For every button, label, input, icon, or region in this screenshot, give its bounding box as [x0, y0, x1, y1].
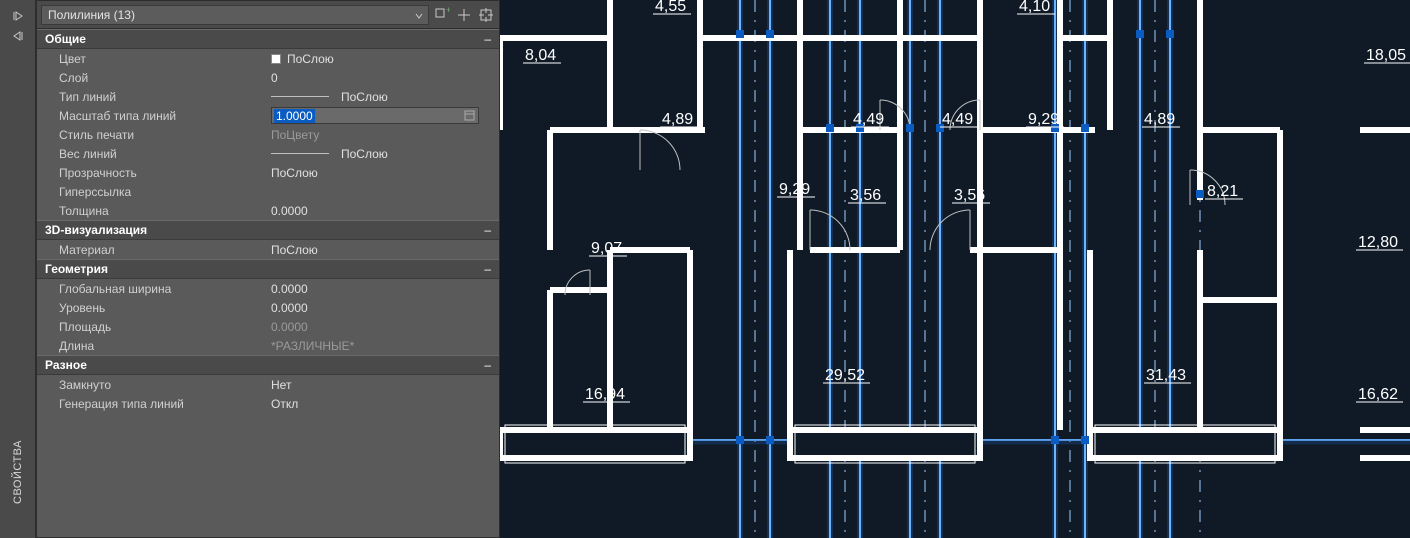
svg-text:+: +	[446, 7, 450, 15]
dimension-text: 9,29	[779, 181, 810, 198]
section-misc[interactable]: Разное –	[37, 355, 499, 375]
properties-palette: Полилиния (13) + Общие – Цвет	[36, 0, 500, 538]
section-geometry[interactable]: Геометрия –	[37, 259, 499, 279]
linetype-preview	[271, 96, 329, 97]
properties-body: Общие – Цвет ПоСлою Слой 0 Тип линий ПоС…	[37, 29, 499, 537]
dimension-text: 16,94	[585, 386, 625, 403]
prop-thickness[interactable]: Толщина 0.0000	[37, 201, 499, 220]
prop-layer[interactable]: Слой 0	[37, 68, 499, 87]
lineweight-preview	[271, 153, 329, 154]
prop-closed[interactable]: Замкнуто Нет	[37, 375, 499, 394]
collapse-icon: –	[484, 32, 491, 46]
prop-length[interactable]: Длина *РАЗЛИЧНЫЕ*	[37, 336, 499, 355]
collapse-icon: –	[484, 358, 491, 372]
prop-ltscale[interactable]: Масштаб типа линий 1.0000	[37, 106, 499, 125]
dimension-text: 8,21	[1207, 183, 1238, 200]
prop-area[interactable]: Площадь 0.0000	[37, 317, 499, 336]
dimension-text: 3,56	[850, 187, 881, 204]
dimension-text: 31,43	[1146, 367, 1186, 384]
dimension-text: 4,89	[662, 111, 693, 128]
dimension-text: 4,10	[1019, 0, 1050, 15]
chevron-down-icon	[414, 10, 424, 24]
prop-elevation[interactable]: Уровень 0.0000	[37, 298, 499, 317]
dimension-text: 4,55	[655, 0, 686, 15]
dimension-text: 3,56	[954, 187, 985, 204]
collapse-icon: –	[484, 262, 491, 276]
dimension-text: 4,89	[1144, 111, 1175, 128]
drawing-canvas[interactable]: 4,55 4,10 8,04 18,05 4,89 4,49 4,49 9,29 4,89 9,2…	[500, 0, 1410, 538]
dimension-text: 4,49	[853, 111, 884, 128]
dimension-text: 12,80	[1358, 234, 1398, 251]
prop-transparency[interactable]: Прозрачность ПоСлою	[37, 163, 499, 182]
selection-value: Полилиния (13)	[48, 8, 135, 22]
pickadd-icon[interactable]	[455, 6, 473, 24]
palette-title: СВОЙСТВА	[12, 440, 24, 504]
prop-linetype[interactable]: Тип линий ПоСлою	[37, 87, 499, 106]
palette-dock-strip: СВОЙСТВА	[0, 0, 36, 538]
select-objects-icon[interactable]	[477, 6, 495, 24]
dimension-text: 8,04	[525, 47, 556, 64]
quick-select-icon[interactable]: +	[433, 6, 451, 24]
palette-header: Полилиния (13) +	[37, 1, 499, 29]
dimension-text: 29,52	[825, 367, 865, 384]
color-swatch	[271, 54, 281, 64]
section-general[interactable]: Общие –	[37, 29, 499, 49]
prop-ltgen[interactable]: Генерация типа линий Откл	[37, 394, 499, 413]
calculator-icon[interactable]	[463, 109, 476, 122]
collapse-icon: –	[484, 223, 491, 237]
dimension-text: 9,29	[1028, 111, 1059, 128]
prop-color[interactable]: Цвет ПоСлою	[37, 49, 499, 68]
prop-hyperlink[interactable]: Гиперссылка	[37, 182, 499, 201]
prop-plotstyle[interactable]: Стиль печати ПоЦвету	[37, 125, 499, 144]
drawing-svg: 4,55 4,10 8,04 18,05 4,89 4,49 4,49 9,29 4,89 9,2…	[500, 0, 1410, 538]
prop-material[interactable]: Материал ПоСлою	[37, 240, 499, 259]
dimension-text: 9,07	[591, 240, 622, 257]
dimension-text: 16,62	[1358, 386, 1398, 403]
dimension-text: 18,05	[1366, 47, 1406, 64]
prop-lineweight[interactable]: Вес линий ПоСлою	[37, 144, 499, 163]
selection-dropdown[interactable]: Полилиния (13)	[41, 5, 429, 25]
ltscale-input[interactable]: 1.0000	[271, 107, 479, 124]
prop-globalwidth[interactable]: Глобальная ширина 0.0000	[37, 279, 499, 298]
dimension-text: 4,49	[942, 111, 973, 128]
dock-collapse-icon[interactable]	[10, 28, 26, 44]
section-3dviz[interactable]: 3D-визуализация –	[37, 220, 499, 240]
dock-toggle-icon[interactable]	[10, 8, 26, 24]
